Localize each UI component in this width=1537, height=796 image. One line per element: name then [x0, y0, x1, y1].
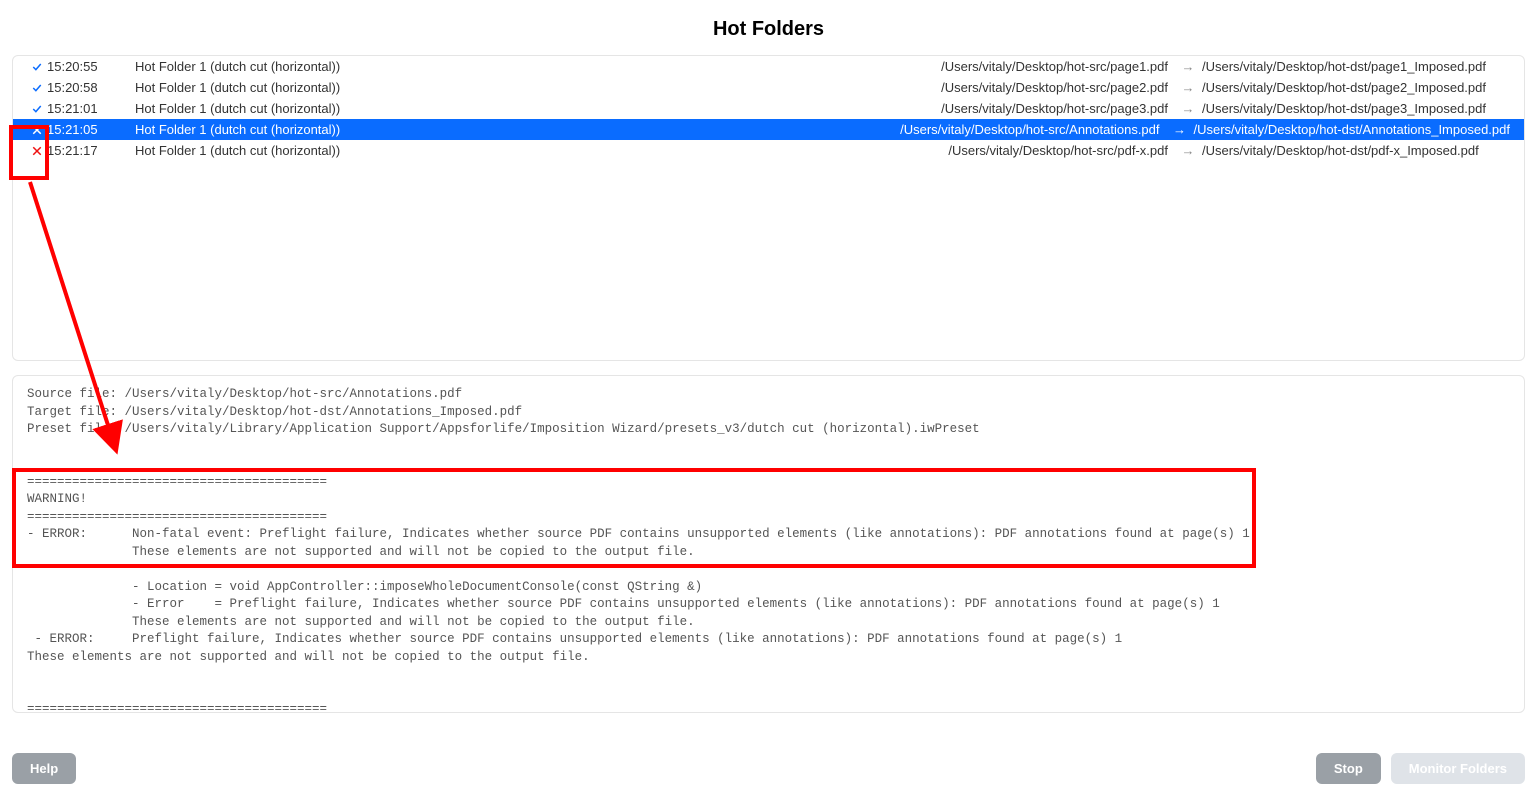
arrow-icon: → [1174, 80, 1202, 95]
row-source-path: /Users/vitaly/Desktop/hot-src/page1.pdf [941, 59, 1174, 74]
row-source-path: /Users/vitaly/Desktop/hot-src/page3.pdf [941, 101, 1174, 116]
cross-icon [27, 145, 47, 157]
row-destination-path: /Users/vitaly/Desktop/hot-dst/Annotation… [1194, 122, 1511, 137]
log-table: 15:20:55Hot Folder 1 (dutch cut (horizon… [12, 55, 1525, 361]
row-time: 15:20:58 [47, 80, 135, 95]
table-row[interactable]: 15:21:05Hot Folder 1 (dutch cut (horizon… [13, 119, 1524, 140]
table-row[interactable]: 15:20:55Hot Folder 1 (dutch cut (horizon… [13, 56, 1524, 77]
row-source-path: /Users/vitaly/Desktop/hot-src/page2.pdf [941, 80, 1174, 95]
check-icon [27, 82, 47, 94]
row-destination-path: /Users/vitaly/Desktop/hot-dst/page3_Impo… [1202, 101, 1510, 116]
row-name: Hot Folder 1 (dutch cut (horizontal)) [135, 101, 941, 116]
row-name: Hot Folder 1 (dutch cut (horizontal)) [135, 59, 941, 74]
arrow-icon: → [1174, 143, 1202, 158]
help-button[interactable]: Help [12, 753, 76, 784]
row-name: Hot Folder 1 (dutch cut (horizontal)) [135, 143, 948, 158]
arrow-icon: → [1174, 59, 1202, 74]
table-row[interactable]: 15:20:58Hot Folder 1 (dutch cut (horizon… [13, 77, 1524, 98]
row-destination-path: /Users/vitaly/Desktop/hot-dst/page1_Impo… [1202, 59, 1510, 74]
page-title: Hot Folders [0, 0, 1537, 55]
monitor-folders-button[interactable]: Monitor Folders [1391, 753, 1525, 784]
cross-icon [27, 124, 47, 136]
stop-button[interactable]: Stop [1316, 753, 1381, 784]
row-name: Hot Folder 1 (dutch cut (horizontal)) [135, 80, 941, 95]
row-destination-path: /Users/vitaly/Desktop/hot-dst/page2_Impo… [1202, 80, 1510, 95]
row-time: 15:21:05 [47, 122, 135, 137]
check-icon [27, 103, 47, 115]
arrow-icon: → [1166, 122, 1194, 137]
row-time: 15:21:01 [47, 101, 135, 116]
footer-bar: Help Stop Monitor Folders [12, 753, 1525, 784]
row-time: 15:20:55 [47, 59, 135, 74]
check-icon [27, 61, 47, 73]
table-row[interactable]: 15:21:01Hot Folder 1 (dutch cut (horizon… [13, 98, 1524, 119]
arrow-icon: → [1174, 101, 1202, 116]
row-destination-path: /Users/vitaly/Desktop/hot-dst/pdf-x_Impo… [1202, 143, 1510, 158]
row-source-path: /Users/vitaly/Desktop/hot-src/Annotation… [900, 122, 1165, 137]
table-row[interactable]: 15:21:17Hot Folder 1 (dutch cut (horizon… [13, 140, 1524, 161]
row-name: Hot Folder 1 (dutch cut (horizontal)) [135, 122, 900, 137]
row-source-path: /Users/vitaly/Desktop/hot-src/pdf-x.pdf [948, 143, 1174, 158]
row-time: 15:21:17 [47, 143, 135, 158]
details-pane: Source file: /Users/vitaly/Desktop/hot-s… [12, 375, 1525, 713]
